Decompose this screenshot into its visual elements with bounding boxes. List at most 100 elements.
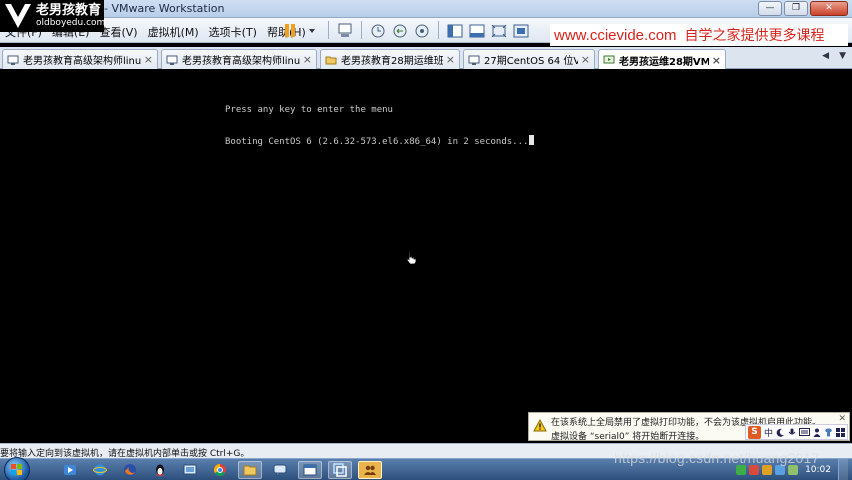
person-icon[interactable] [813,428,821,437]
title-bar: - VMware Workstation — ❐ ✕ [0,0,852,18]
snapshot-button[interactable] [368,21,388,40]
tray-antivirus-icon[interactable] [749,465,760,475]
tab-list-icon[interactable]: ▼ [839,51,846,61]
snapshot-icon [371,24,385,37]
taskbar-explorer[interactable] [238,461,262,479]
text-cursor [529,135,535,145]
site-slogan: 自学之家提供更多课程 [684,28,825,44]
grid-icon[interactable] [836,427,845,437]
send-keys-icon [338,23,352,37]
tab-label: 老男孩教育高级架构师linux_... [182,56,300,67]
ime-mode-label[interactable]: 中 [764,426,773,439]
ime-toolbar: S 中 [744,424,848,440]
application-window-icon [303,464,317,476]
vm-tab-bar: 老男孩教育高级架构师linux_... × 老男孩教育高级架构师linux_..… [0,47,852,70]
tab-folder-28[interactable]: 老男孩教育28期运维班 × [320,49,460,69]
taskbar-chat[interactable] [268,461,292,479]
site-url: www.ccievide.com [554,26,677,44]
vm-notification-bar: 在该系统上全局禁用了虚拟打印功能，不会为该虚拟机启用此功能。 虚拟设备 “ser… [528,412,850,442]
window-title: - VMware Workstation [104,2,225,15]
moon-icon[interactable] [776,428,785,437]
tab-close-button[interactable]: × [581,53,590,66]
sogou-ime-icon[interactable]: S [747,425,761,439]
pause-button[interactable] [280,21,300,40]
windows-logo-icon [11,464,22,475]
taskbar-media-player[interactable] [58,461,82,479]
site-watermark-banner: www.ccievide.com 自学之家提供更多课程 [550,24,848,46]
logo-chinese-name: 老男孩教育 [36,3,102,18]
thumbnail-bar-button[interactable] [467,21,487,40]
tab-label: 老男孩运维28期VM1 [619,56,709,68]
taskbar-firefox[interactable] [118,461,142,479]
tab-scroll-left-icon[interactable]: ◀ [822,51,829,61]
unity-button[interactable] [511,21,531,40]
console-boot-text: Booting CentOS 6 (2.6.32-573.el6.x86_64)… [225,137,529,147]
thumbnail-icon [469,24,485,37]
console-boot-line: Booting CentOS 6 (2.6.32-573.el6.x86_64)… [225,135,535,147]
snapshot-manager-icon [415,24,429,37]
toolbar-separator [328,21,329,39]
taskbar-clock[interactable]: 10:02 [805,465,831,475]
taskbar-contacts[interactable] [358,461,382,479]
tray-sync-icon[interactable] [788,465,799,475]
logo-text: 老男孩教育 oldboyedu.com [36,4,105,28]
tab-close-button[interactable]: × [144,53,153,66]
taskbar-ie[interactable] [88,461,112,479]
tray-volume-icon[interactable] [775,465,786,475]
close-button[interactable]: ✕ [810,1,848,16]
vm-running-icon [603,54,615,66]
show-library-button[interactable] [445,21,465,40]
tab-close-button[interactable]: × [446,53,455,66]
vm-console[interactable]: Press any key to enter the menu Booting … [0,69,852,443]
firefox-icon [124,464,136,476]
logo-domain: oldboyedu.com [36,18,106,28]
menu-vm[interactable]: 虚拟机(M) [143,24,204,40]
microphone-icon[interactable] [788,428,796,437]
tab-label: 老男孩教育高级架构师linux_... [23,56,141,67]
tab-label: 老男孩教育28期运维班 [341,56,443,67]
taskbar-qq[interactable] [148,461,172,479]
tab-vm-centos[interactable]: 27期CentOS 64 位VM2 × [463,49,595,69]
screen-capture-icon [183,464,197,475]
minimize-button[interactable]: — [758,1,782,16]
toolbar [280,21,531,40]
power-dropdown-button[interactable] [302,21,322,40]
taskbar-vmware[interactable] [328,461,352,479]
tab-vm-2[interactable]: 老男孩教育高级架构师linux_... × [161,49,317,69]
tray-update-icon[interactable] [762,465,773,475]
tab-vm-active[interactable]: 老男孩运维28期VM1 × [598,49,726,70]
folder-icon [325,54,337,66]
pause-icon [285,24,295,37]
full-screen-button[interactable] [489,21,509,40]
taskbar-window-app[interactable] [298,461,322,479]
taskbar-chrome[interactable] [208,461,232,479]
tab-close-button[interactable]: × [303,53,312,66]
tab-label: 27期CentOS 64 位VM2 [484,56,578,67]
show-desktop-button[interactable] [838,459,848,480]
shirt-icon[interactable] [824,428,833,437]
send-ctrl-alt-del-button[interactable] [335,21,355,40]
tab-scroll-controls: ◀ ▼ [822,51,846,61]
revert-snapshot-button[interactable] [390,21,410,40]
vm-icon [166,54,178,66]
snapshot-manager-button[interactable] [412,21,432,40]
people-icon [364,465,376,475]
tab-vm-1[interactable]: 老男孩教育高级架构师linux_... × [2,49,158,69]
menu-tabs[interactable]: 选项卡(T) [204,24,262,40]
tray-network-icon[interactable] [736,465,747,475]
revert-snapshot-icon [393,24,407,37]
unity-icon [513,24,529,37]
toolbar-separator [361,21,362,39]
start-button[interactable] [4,457,30,480]
notification-close-button[interactable]: ✕ [838,414,846,424]
maximize-button[interactable]: ❐ [784,1,808,16]
taskbar-screen-capture[interactable] [178,461,202,479]
oldboy-logo-watermark: 老男孩教育 oldboyedu.com [0,0,105,32]
keyboard-icon[interactable] [799,428,810,436]
vm-icon [468,54,480,66]
qq-penguin-icon [156,464,164,477]
vmware-icon [333,463,347,477]
vm-icon [7,54,19,66]
tab-close-button[interactable]: × [712,54,721,67]
folder-icon [243,465,257,476]
